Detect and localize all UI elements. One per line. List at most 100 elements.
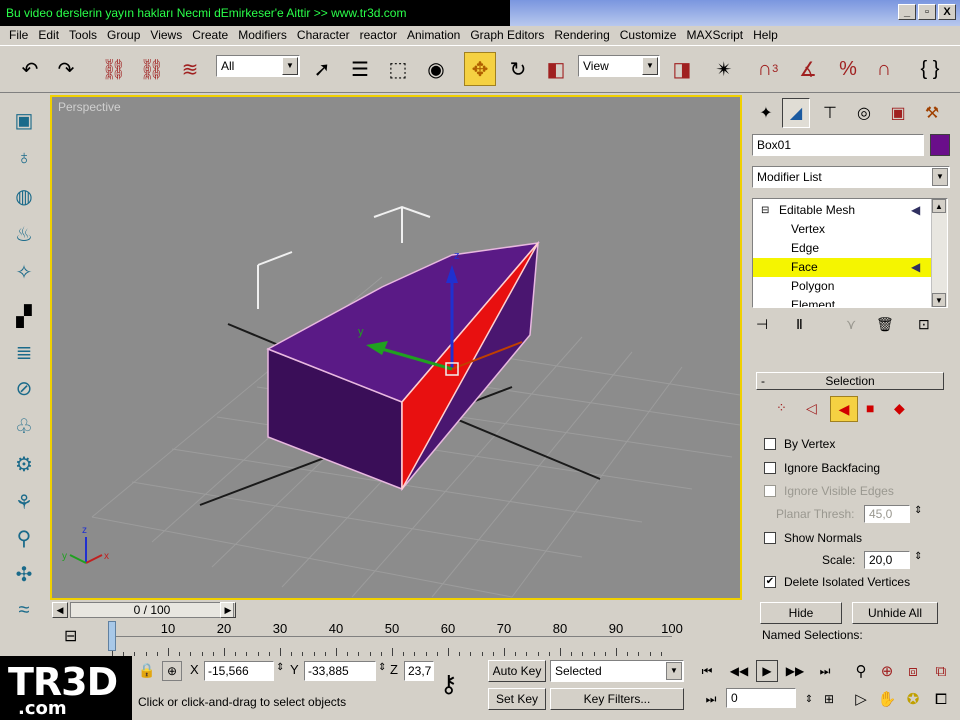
menu-customize[interactable]: Customize [615,26,682,45]
menu-modifiers[interactable]: Modifiers [233,26,292,45]
menu-maxscript[interactable]: MAXScript [681,26,748,45]
bind-to-space-warp-icon[interactable]: ≋ [174,52,206,86]
select-by-name-icon[interactable]: ☰ [344,52,376,86]
frame-spinner-icon[interactable]: ⇕ [798,688,820,710]
menu-graph-editors[interactable]: Graph Editors [465,26,549,45]
close-button[interactable]: X [938,4,956,20]
element-mode-icon[interactable]: ◆ [894,400,905,417]
menu-tools[interactable]: Tools [64,26,102,45]
reference-coordinate-dropdown[interactable]: View ▼ [578,55,660,77]
select-and-link-icon[interactable]: ⛓ [98,52,130,86]
stack-item-vertex[interactable]: Vertex [753,220,933,239]
current-frame-field[interactable]: 0 [726,688,796,708]
helpers-tab-icon[interactable]: ≣ [7,336,41,368]
configure-modifier-sets-icon[interactable]: ⊡ [918,316,930,333]
ignore-backfacing-checkbox[interactable] [764,462,776,474]
modifiers-tab-icon[interactable]: ⊘ [7,372,41,404]
viewport-label[interactable]: Perspective [58,100,121,114]
time-slider[interactable]: ◀ 0 / 100 ▶ [50,600,742,620]
rectangular-selection-icon[interactable]: ⬚ [382,52,414,86]
key-mode-toggle-icon[interactable]: ⏭ [700,688,722,710]
viewport-scene[interactable]: z y z x y [52,97,740,598]
remove-modifier-icon[interactable]: 🗑 [876,316,894,333]
scale-spinner-icon[interactable]: ⇕ [914,551,922,562]
modifier-list-dropdown[interactable]: Modifier List ▼ [752,166,950,188]
named-selection-sets-icon[interactable]: { } [914,52,946,86]
box-object[interactable] [266,240,540,492]
shapes-tab-icon[interactable]: ♁ [7,142,41,174]
modifier-stack[interactable]: ⊟ Editable Mesh ◀ Vertex Edge Face ◀ Pol… [752,198,948,308]
create-tab-icon[interactable]: ✦ [752,98,780,128]
vertex-mode-icon[interactable]: ⁘ [776,400,787,416]
face-mode-icon[interactable]: ◀ [830,396,858,422]
angle-snap-icon[interactable]: ∡ [792,52,824,86]
play-icon[interactable]: ▶ [756,660,778,682]
percent-snap-icon[interactable]: % [832,52,864,86]
key-icon[interactable]: ⚷ [440,670,458,699]
systems-tab-icon[interactable]: ⚙ [7,448,41,480]
lights-tab-icon[interactable]: ♨ [7,218,41,250]
collapse-icon[interactable]: ⊟ [761,201,769,220]
curve-editor-icon[interactable]: ⊟ [64,626,77,646]
pan-icon[interactable]: ✋ [876,688,898,710]
unlink-selection-icon[interactable]: ⛓ [136,52,168,86]
menu-reactor[interactable]: reactor [355,26,402,45]
zoom-icon[interactable]: ⚲ [850,660,872,682]
stack-item-edge[interactable]: Edge [753,239,933,258]
stack-item-face[interactable]: Face ◀ [753,258,933,277]
lock-selection-icon[interactable]: 🔒 [138,662,155,679]
menu-views[interactable]: Views [145,26,187,45]
snaps-toggle-icon[interactable]: ∩ 3 [752,52,784,86]
select-object-icon[interactable]: ➚ [306,52,338,86]
compounds-tab-icon[interactable]: ◍ [7,180,41,212]
utilities-tab-icon[interactable]: ⚒ [918,98,946,128]
next-key-icon[interactable]: ▶▶ [784,660,806,682]
menu-group[interactable]: Group [102,26,145,45]
set-key-button[interactable]: Set Key [488,688,546,710]
y-spinner-icon[interactable]: ⇕ [378,662,386,673]
minimize-button[interactable]: _ [898,4,916,20]
custom-tab-icon[interactable]: ≈ [7,594,41,626]
menu-character[interactable]: Character [292,26,355,45]
selection-filter-dropdown[interactable]: All ▼ [216,55,300,77]
stack-item-element[interactable]: Element [753,296,933,307]
cameras-tab-icon[interactable]: ⚲ [7,522,41,554]
select-and-manipulate-icon[interactable]: ✴ [708,52,740,86]
object-color-swatch[interactable] [930,134,950,156]
display-tab-icon[interactable]: ▣ [884,98,912,128]
scroll-up-icon[interactable]: ▲ [932,199,946,213]
track-bar-ruler[interactable]: 0102030405060708090100 [108,621,683,656]
particles-tab-icon[interactable]: ✧ [7,256,41,288]
field-of-view-icon[interactable]: ▷ [850,688,872,710]
select-and-scale-icon[interactable]: ◧ [540,52,572,86]
menu-animation[interactable]: Animation [402,26,465,45]
objects-tab-icon[interactable]: ▣ [7,104,41,136]
restore-button[interactable]: ▫ [918,4,936,20]
window-crossing-icon[interactable]: ◉ [420,52,452,86]
use-pivot-point-icon[interactable]: ◨ [666,52,698,86]
current-frame-marker[interactable] [108,621,116,651]
select-and-rotate-icon[interactable]: ↻ [502,52,534,86]
stack-item-polygon[interactable]: Polygon [753,277,933,296]
pin-stack-icon[interactable]: ⊣ [756,316,768,333]
hide-button[interactable]: Hide [760,602,842,624]
scale-field[interactable]: 20,0 [864,551,910,569]
edge-mode-icon[interactable]: ◁ [806,400,817,417]
auto-key-button[interactable]: Auto Key [488,660,546,682]
select-and-move-icon[interactable]: ✥ [464,52,496,86]
object-name-field[interactable]: Box01 [752,134,924,156]
absolute-mode-icon[interactable]: ⊕ [162,661,182,681]
z-coordinate-field[interactable]: 23,7 [404,661,434,681]
zoom-extents-icon[interactable]: ⧈ [902,660,924,682]
time-slider-thumb[interactable]: 0 / 100 [70,602,234,618]
spinner-snap-icon[interactable]: ∩ [868,52,900,86]
previous-frame-icon[interactable]: ◀ [52,602,68,618]
space-warps-tab-icon[interactable]: ♧ [7,410,41,442]
undo-icon[interactable]: ↶ [14,52,46,86]
hierarchy-tab-icon[interactable]: ⊤ [816,98,844,128]
zoom-extents-all-icon[interactable]: ⧉ [930,660,952,682]
stack-item-editable-mesh[interactable]: ⊟ Editable Mesh ◀ [753,201,933,220]
x-spinner-icon[interactable]: ⇕ [276,662,284,673]
show-normals-checkbox[interactable] [764,532,776,544]
menu-create[interactable]: Create [187,26,233,45]
